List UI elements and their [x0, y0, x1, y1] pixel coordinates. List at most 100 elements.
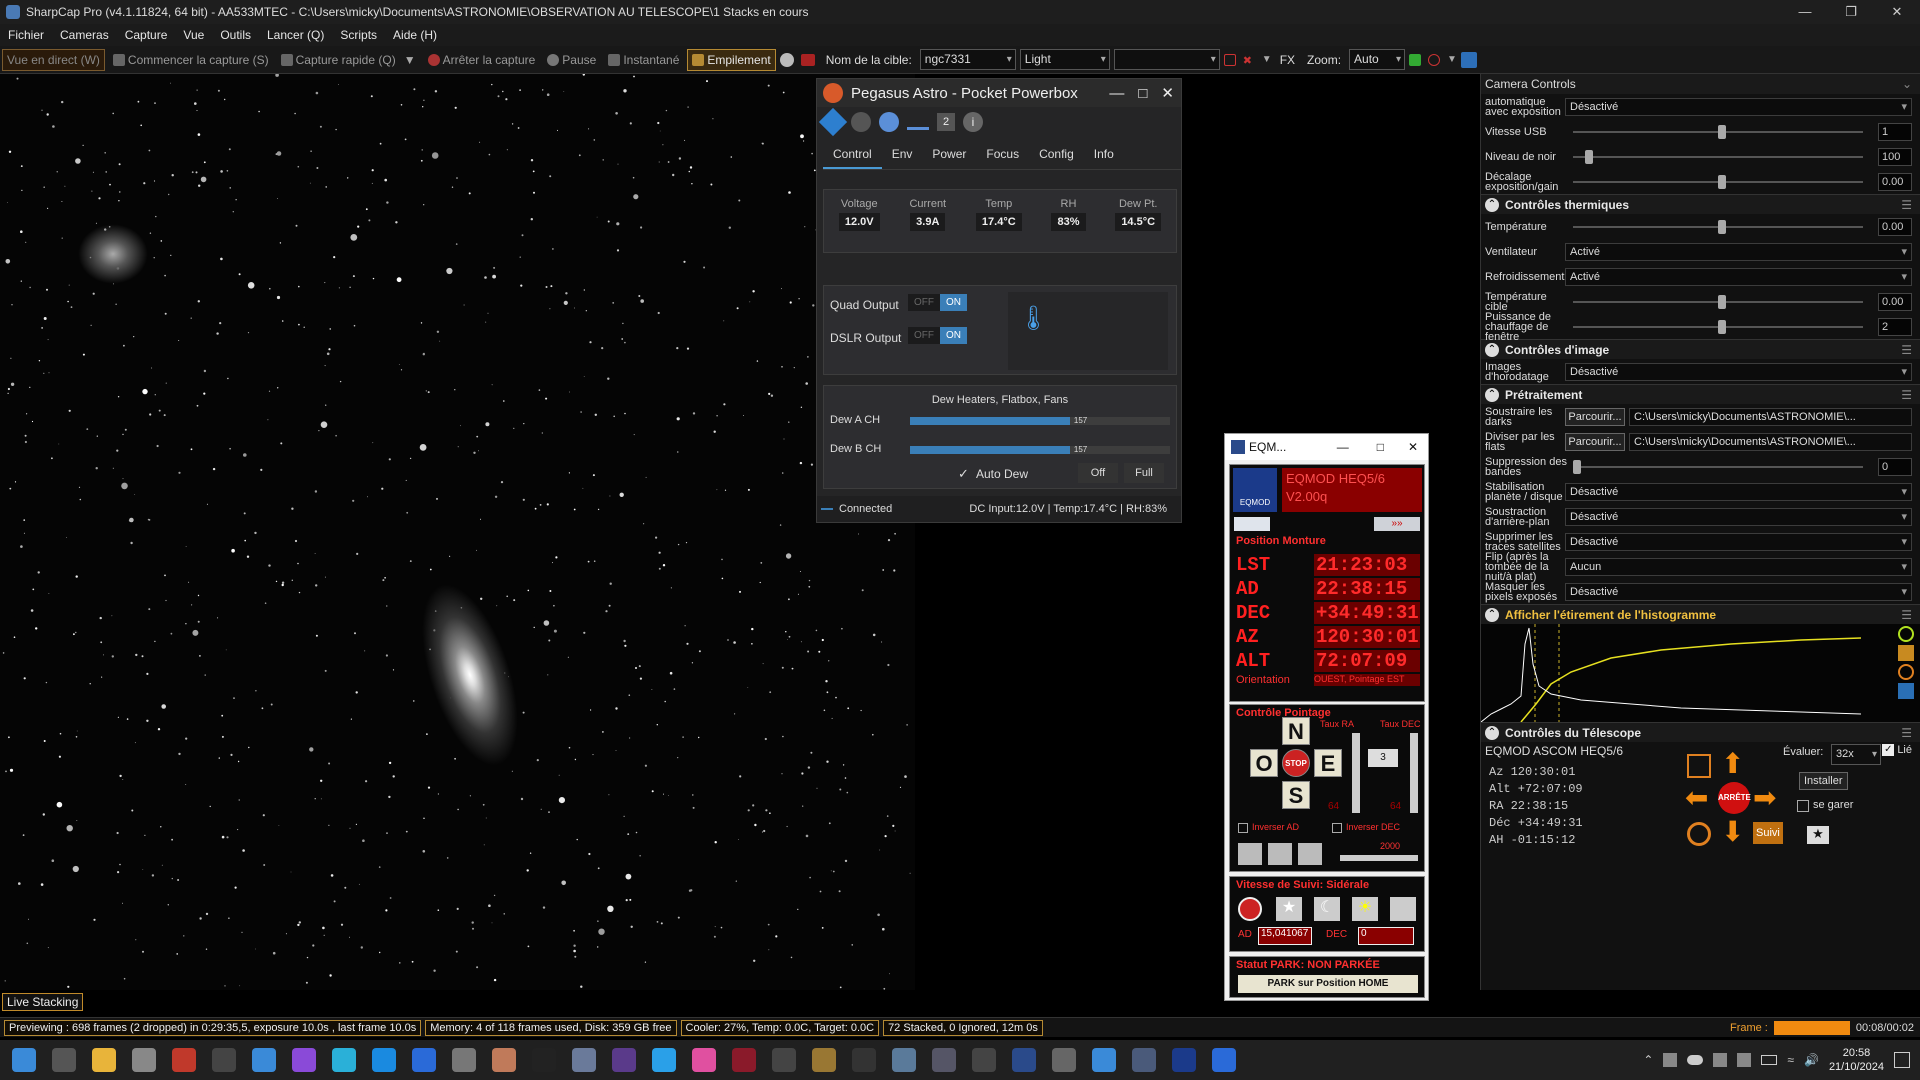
stop-tracking-icon[interactable]: [1238, 897, 1262, 921]
camera-controls-header[interactable]: Camera Controls ⌄: [1481, 74, 1920, 94]
preprocessing-section-header[interactable]: ⌃ Prétraitement ☰: [1481, 384, 1920, 404]
app-compass-icon[interactable]: [412, 1048, 436, 1072]
collapse-icon[interactable]: ⌃: [1485, 197, 1499, 212]
park-checkbox[interactable]: [1797, 800, 1809, 812]
stop-telescope-button[interactable]: ARRÊTE: [1718, 782, 1751, 814]
flip-select[interactable]: Aucun: [1565, 557, 1912, 576]
stabilization-select[interactable]: Désactivé: [1565, 482, 1912, 501]
tab-env[interactable]: Env: [882, 141, 923, 169]
menu-capture[interactable]: Capture: [117, 24, 176, 46]
tab-focus[interactable]: Focus: [976, 141, 1029, 169]
tab-info[interactable]: Info: [1084, 141, 1124, 169]
exposure-offset-slider[interactable]: [1573, 175, 1863, 189]
spiral-icon[interactable]: [1298, 843, 1322, 865]
info-icon[interactable]: i: [963, 112, 983, 132]
sun-target-icon[interactable]: [1687, 822, 1711, 846]
cloud-icon[interactable]: [879, 112, 899, 132]
mask-select[interactable]: Désactivé: [1565, 582, 1912, 601]
app-nebula-icon[interactable]: [612, 1048, 636, 1072]
dec-rate-slider[interactable]: [1410, 733, 1418, 813]
black-level-slider[interactable]: [1573, 150, 1863, 164]
maximize-button[interactable]: □: [1363, 440, 1398, 454]
app-gray-icon[interactable]: [452, 1048, 476, 1072]
flats-browse-button[interactable]: Parcourir...: [1565, 432, 1625, 451]
app-square-icon[interactable]: [772, 1048, 796, 1072]
zoom-select[interactable]: Auto: [1349, 49, 1406, 70]
mail-icon[interactable]: [252, 1048, 276, 1072]
arrow-down-icon[interactable]: ⬇: [1721, 818, 1744, 846]
timestamp-select[interactable]: Désactivé: [1565, 362, 1912, 381]
tray-app-icon[interactable]: [1663, 1053, 1678, 1067]
close-button[interactable]: ✕: [1874, 0, 1920, 24]
app-telescope-icon[interactable]: [1092, 1048, 1116, 1072]
file-explorer-icon[interactable]: [92, 1048, 116, 1072]
record-icon[interactable]: [779, 52, 794, 67]
quick-capture-button[interactable]: Capture rapide (Q) ▼: [277, 49, 420, 71]
rate-select[interactable]: 32x: [1831, 744, 1881, 765]
pin-icon[interactable]: [1460, 51, 1477, 68]
clock-time[interactable]: 20:58: [1829, 1046, 1884, 1060]
histogram-icon[interactable]: [1409, 53, 1422, 66]
binoculars-icon[interactable]: [1238, 843, 1262, 865]
dew-full-button[interactable]: Full: [1124, 463, 1164, 483]
pause-button[interactable]: Pause: [543, 49, 600, 71]
darks-browse-button[interactable]: Parcourir...: [1565, 407, 1625, 426]
chevron-down-icon[interactable]: ▼: [1447, 54, 1457, 65]
arrow-up-icon[interactable]: ⬆: [1721, 750, 1744, 778]
solar-sun-icon[interactable]: ☀: [1352, 897, 1378, 921]
target-temp-slider[interactable]: [1573, 295, 1863, 309]
background-select[interactable]: Désactivé: [1565, 507, 1912, 526]
app-hex-icon[interactable]: [972, 1048, 996, 1072]
app-scope-icon[interactable]: [892, 1048, 916, 1072]
auto-exposure-select[interactable]: Désactivé: [1565, 97, 1912, 116]
auto-dew-checkbox[interactable]: ✓: [958, 466, 969, 482]
target-temp-value[interactable]: 0.00: [1878, 292, 1912, 311]
dslr-on[interactable]: ON: [940, 327, 967, 344]
collapse-icon[interactable]: ⌃: [1485, 342, 1499, 357]
close-button[interactable]: ✕: [1398, 440, 1428, 454]
app-red-star-icon[interactable]: [732, 1048, 756, 1072]
exposure-offset-value[interactable]: 0.00: [1878, 172, 1912, 191]
selection-rect-icon[interactable]: [1223, 53, 1236, 66]
app-f-icon[interactable]: [932, 1048, 956, 1072]
dew-b-slider[interactable]: 157: [910, 445, 1170, 454]
thermal-section-header[interactable]: ⌃ Contrôles thermiques ☰: [1481, 194, 1920, 214]
center-target-icon[interactable]: [1687, 754, 1711, 778]
menu-cameras[interactable]: Cameras: [52, 24, 117, 46]
image-section-header[interactable]: ⌃ Contrôles d'image ☰: [1481, 339, 1920, 359]
quad-off[interactable]: OFF: [908, 294, 940, 311]
invert-dec-checkbox[interactable]: [1332, 823, 1342, 833]
flats-path-select[interactable]: C:\Users\micky\Documents\ASTRONOMIE\...: [1629, 432, 1912, 451]
minimize-button[interactable]: —: [1782, 0, 1828, 24]
sidereal-star-icon[interactable]: ★: [1276, 897, 1302, 921]
custom-rate-icon[interactable]: [1390, 897, 1416, 921]
collapse-icon[interactable]: ⌃: [1485, 387, 1499, 402]
messenger-icon[interactable]: [292, 1048, 316, 1072]
dslr-output-toggle[interactable]: OFF ON: [908, 327, 967, 344]
close-button[interactable]: ✕: [1154, 84, 1181, 102]
snapshot-button[interactable]: Instantané: [604, 49, 683, 71]
cooling-select[interactable]: Activé: [1565, 267, 1912, 286]
edge-icon[interactable]: [332, 1048, 356, 1072]
menu-vue[interactable]: Vue: [175, 24, 212, 46]
app-star-icon[interactable]: [652, 1048, 676, 1072]
grid-icon[interactable]: [1268, 843, 1292, 865]
menu-icon[interactable]: ☰: [1901, 198, 1912, 212]
app-dark-icon[interactable]: [532, 1048, 556, 1072]
east-button[interactable]: E: [1314, 749, 1342, 777]
live-image-viewer[interactable]: [0, 74, 915, 990]
stop-capture-button[interactable]: Arrêter la capture: [424, 49, 540, 71]
menu-icon[interactable]: ☰: [1901, 388, 1912, 402]
tab-control[interactable]: Control: [823, 141, 882, 169]
menu-icon[interactable]: ☰: [1901, 726, 1912, 740]
reticle-icon[interactable]: [1428, 53, 1441, 66]
tab-config[interactable]: Config: [1029, 141, 1084, 169]
save-icon[interactable]: [1898, 683, 1914, 699]
ra-rate-slider[interactable]: [1352, 733, 1360, 813]
minimize-button[interactable]: —: [1323, 440, 1363, 454]
dew-off-button[interactable]: Off: [1078, 463, 1118, 483]
fan-select[interactable]: Activé: [1565, 242, 1912, 261]
reset-icon[interactable]: [1898, 664, 1914, 680]
satellite-select[interactable]: Désactivé: [1565, 532, 1912, 551]
crosshair-icon[interactable]: ✖: [1243, 54, 1255, 67]
